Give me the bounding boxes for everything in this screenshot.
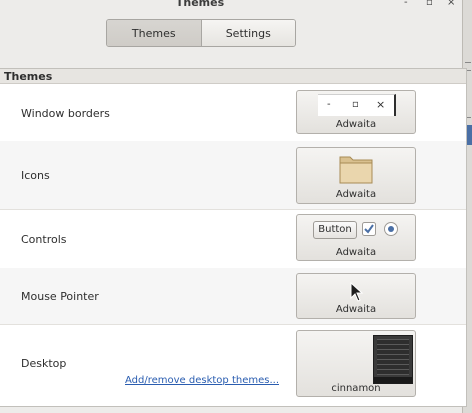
controls-chooser[interactable]: Button Adwaita xyxy=(296,214,416,261)
icons-theme-name: Adwaita xyxy=(335,189,377,200)
preview-close-icon: × xyxy=(376,98,386,111)
window-title: Themes xyxy=(175,0,225,9)
window-borders-chooser[interactable]: - ▫ × Adwaita xyxy=(296,90,416,134)
checkbox-icon xyxy=(362,222,376,236)
window-borders-preview: - ▫ × xyxy=(318,94,396,116)
row-window-borders: Window borders - ▫ × Adwaita xyxy=(0,84,466,142)
mouse-pointer-label: Mouse Pointer xyxy=(21,290,99,303)
radio-button-icon xyxy=(384,222,398,236)
desktop-chooser[interactable]: cinnamon xyxy=(296,330,416,397)
add-remove-desktop-themes-link[interactable]: Add/remove desktop themes... xyxy=(125,375,279,386)
maximize-button[interactable]: ▫ xyxy=(426,0,433,8)
preview-maximize-icon: ▫ xyxy=(352,99,359,110)
mouse-pointer-chooser[interactable]: Adwaita xyxy=(296,273,416,319)
desktop-theme-name: cinnamon xyxy=(331,383,381,394)
themes-panel: Themes Window borders - ▫ × Adwaita Icon… xyxy=(0,68,467,407)
folder-icon xyxy=(339,156,373,184)
desktop-preview-thumbnail xyxy=(373,335,413,384)
row-mouse-pointer: Mouse Pointer Adwaita xyxy=(0,268,466,325)
preview-button: Button xyxy=(313,221,357,239)
minimize-button[interactable]: - xyxy=(404,0,408,8)
tab-bar: Themes Settings xyxy=(106,19,296,47)
controls-label: Controls xyxy=(21,233,67,246)
preview-minimize-icon: - xyxy=(327,99,331,110)
cursor-arrow-icon xyxy=(350,282,364,302)
desktop-label: Desktop xyxy=(21,357,67,370)
row-desktop: Desktop cinnamon xyxy=(0,324,466,405)
row-controls: Controls Button Adwaita xyxy=(0,209,466,269)
desktop-preview-content xyxy=(377,339,409,375)
icons-chooser[interactable]: Adwaita xyxy=(296,147,416,204)
window-borders-theme-name: Adwaita xyxy=(335,119,377,130)
section-title: Themes xyxy=(0,69,466,84)
mouse-pointer-theme-name: Adwaita xyxy=(335,304,377,315)
row-icons: Icons Adwaita xyxy=(0,141,466,210)
tab-themes[interactable]: Themes xyxy=(107,20,201,46)
icons-label: Icons xyxy=(21,169,50,182)
controls-theme-name: Adwaita xyxy=(335,247,377,258)
close-button[interactable]: × xyxy=(447,0,455,8)
title-bar: Themes - ▫ × xyxy=(0,0,472,12)
tab-settings[interactable]: Settings xyxy=(200,20,295,46)
window-borders-label: Window borders xyxy=(21,107,110,120)
